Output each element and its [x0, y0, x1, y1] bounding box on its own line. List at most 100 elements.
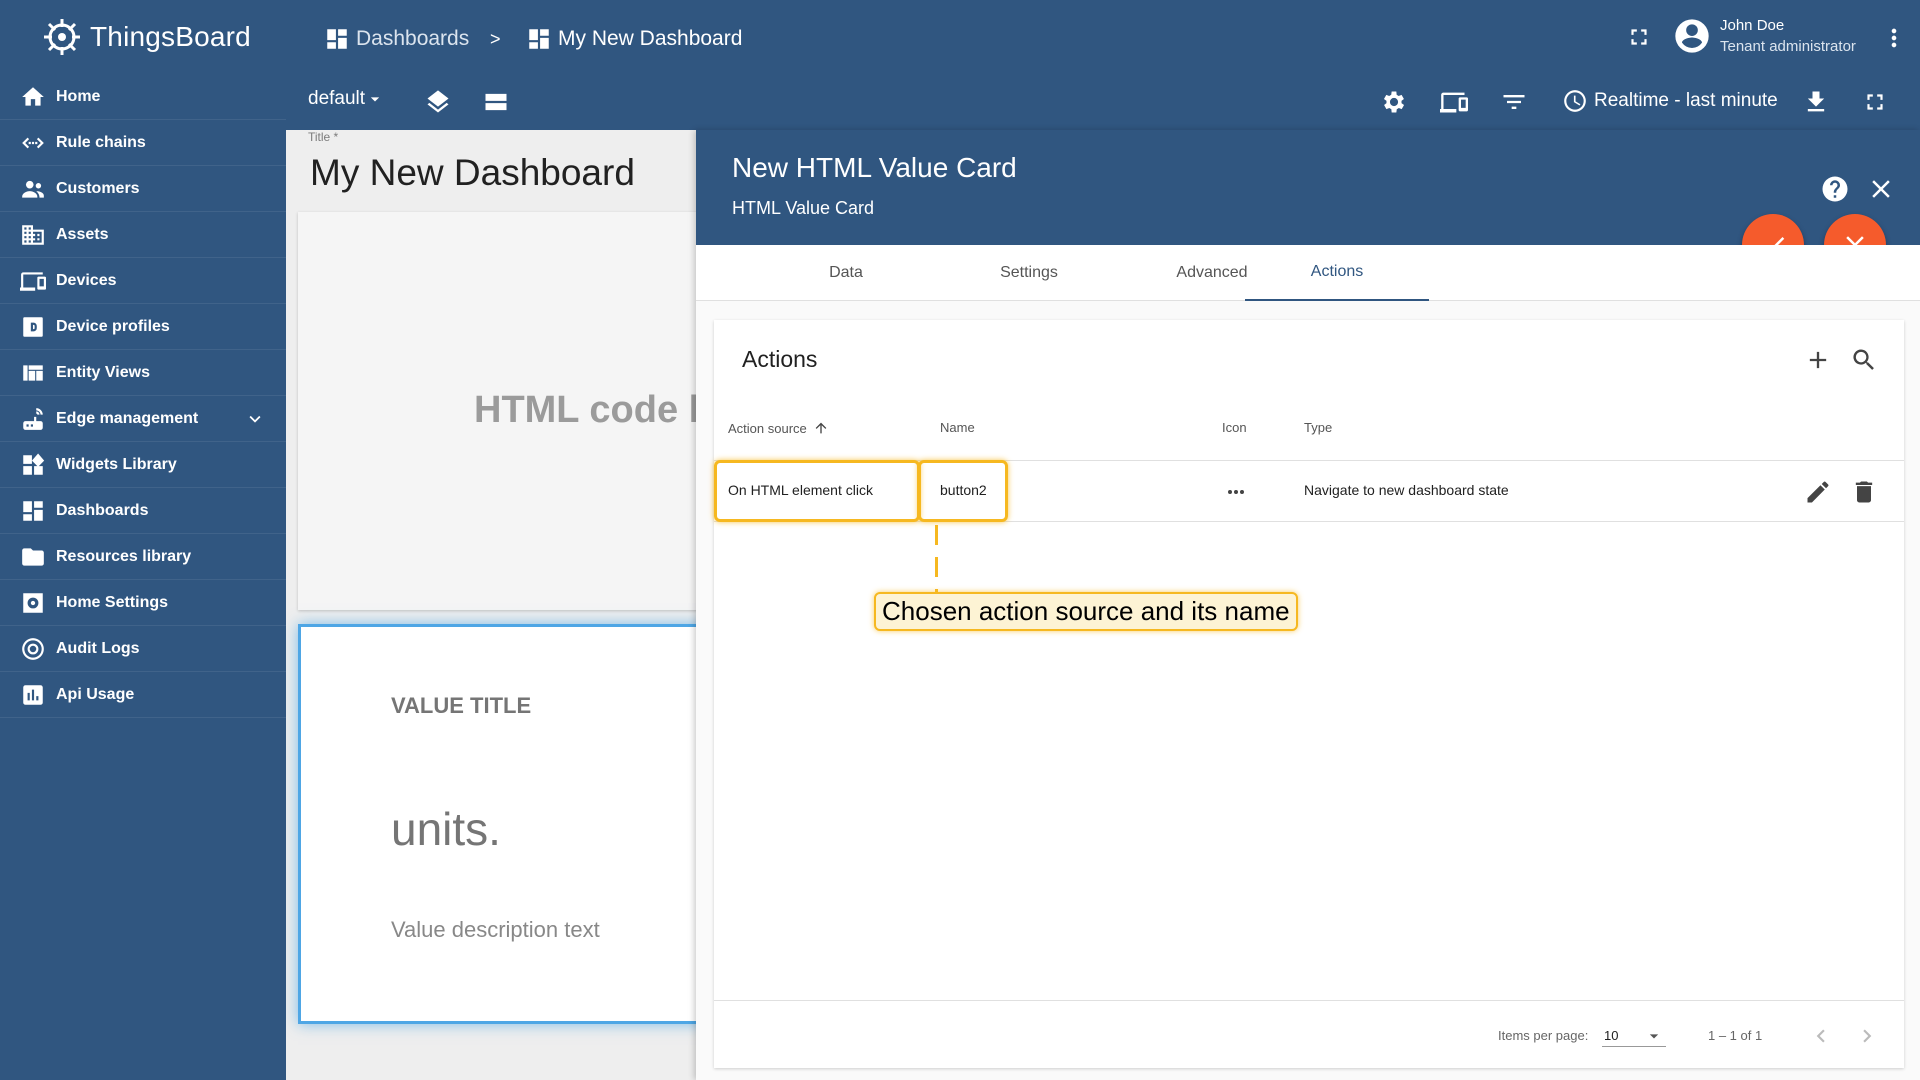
- filter-icon[interactable]: [1500, 88, 1528, 116]
- sidebar-item-api-usage[interactable]: Api Usage: [0, 672, 286, 718]
- column-label: Action source: [728, 420, 807, 436]
- sidebar-item-resources-library[interactable]: Resources library: [0, 534, 286, 580]
- value-description: Value description text: [391, 917, 600, 942]
- settings-gear-icon[interactable]: [1380, 88, 1408, 116]
- breadcrumb-label: My New Dashboard: [558, 27, 743, 50]
- panel-header: New HTML Value Card HTML Value Card: [696, 130, 1920, 245]
- sidebar-item-rule-chains[interactable]: Rule chains: [0, 120, 286, 166]
- api-usage-icon: [23, 684, 43, 705]
- items-per-page-label: Items per page:: [1498, 1028, 1589, 1043]
- edge-icon: [23, 407, 43, 430]
- layout-icon[interactable]: [482, 88, 510, 116]
- sidebar-item-devices[interactable]: Devices: [0, 258, 286, 304]
- customers-icon: [22, 180, 44, 198]
- highlight-action-source: [714, 460, 920, 522]
- html-card-widget[interactable]: HTML code h: [298, 212, 696, 610]
- chevron-right-icon[interactable]: [1854, 1023, 1880, 1049]
- column-name[interactable]: Name: [940, 420, 975, 435]
- sidebar-item-home[interactable]: Home: [0, 74, 286, 120]
- sidebar-item-label: Customers: [56, 179, 140, 197]
- audit-icon: [22, 637, 44, 660]
- widget-edit-panel: New HTML Value Card HTML Value Card Data…: [696, 130, 1920, 1080]
- device-profile-icon: [23, 316, 43, 337]
- dashboards-icon: [23, 500, 43, 521]
- arrow-drop-down-icon: [1649, 1034, 1659, 1039]
- sidebar-item-dashboards[interactable]: Dashboards: [0, 488, 286, 534]
- sidebar-item-label: Rule chains: [56, 133, 146, 151]
- sidebar-item-widgets-library[interactable]: Widgets Library: [0, 442, 286, 488]
- account-circle-icon[interactable]: [1672, 16, 1712, 56]
- items-per-page-select[interactable]: 10: [1602, 1025, 1666, 1047]
- help-icon[interactable]: [1820, 174, 1850, 204]
- html-value-card-widget[interactable]: VALUE TITLE units. Value description tex…: [298, 624, 696, 1024]
- breadcrumb-label: Dashboards: [356, 27, 470, 50]
- sidebar-item-label: Home Settings: [56, 593, 169, 611]
- sidebar-item-customers[interactable]: Customers: [0, 166, 286, 212]
- value-title: VALUE TITLE: [391, 693, 532, 718]
- arrow-drop-down-icon: [370, 97, 380, 102]
- user-name: John Doe: [1720, 17, 1785, 34]
- actions-card: Actions Action source Name Icon Type On …: [714, 320, 1904, 1068]
- sidebar: ThingsBoard Home Rule chains Customers A…: [0, 0, 286, 1080]
- dashboard-title[interactable]: My New Dashboard: [310, 152, 635, 194]
- search-icon[interactable]: [1850, 346, 1878, 374]
- sidebar-item-label: Api Usage: [56, 685, 135, 703]
- logo[interactable]: ThingsBoard: [40, 12, 251, 62]
- more-vert-icon[interactable]: [1880, 24, 1908, 52]
- table-paginator: Items per page: 10 1 – 1 of 1: [714, 1000, 1904, 1068]
- download-icon[interactable]: [1802, 88, 1830, 116]
- items-per-page-value: 10: [1604, 1028, 1619, 1043]
- chevron-left-icon[interactable]: [1808, 1023, 1834, 1049]
- sidebar-item-label: Assets: [56, 225, 109, 243]
- sidebar-item-edge-management[interactable]: Edge management: [0, 396, 286, 442]
- dashboard-state-select[interactable]: default: [308, 88, 385, 110]
- thingsboard-logo-icon: [44, 19, 80, 55]
- fullscreen-icon[interactable]: [1626, 24, 1652, 50]
- devices-icon: [20, 271, 46, 291]
- sidebar-item-label: Devices: [56, 271, 117, 289]
- assets-icon: [22, 224, 44, 245]
- sidebar-item-audit-logs[interactable]: Audit Logs: [0, 626, 286, 672]
- sidebar-item-assets[interactable]: Assets: [0, 212, 286, 258]
- tab-data[interactable]: Data: [754, 245, 938, 301]
- widget-html-text: HTML code h: [474, 389, 696, 431]
- sidebar-item-label: Edge management: [56, 409, 199, 427]
- panel-title: New HTML Value Card: [732, 152, 1017, 183]
- tab-settings[interactable]: Settings: [937, 245, 1121, 301]
- user-role: Tenant administrator: [1720, 38, 1856, 55]
- close-icon[interactable]: [1866, 174, 1896, 204]
- layers-icon[interactable]: [424, 88, 452, 116]
- arrow-up-icon: [815, 422, 827, 434]
- edit-icon[interactable]: [1804, 478, 1832, 506]
- sidebar-item-home-settings[interactable]: Home Settings: [0, 580, 286, 626]
- entity-views-icon: [23, 364, 43, 381]
- panel-tabs: Data Settings Advanced Actions: [696, 245, 1920, 301]
- column-icon: Icon: [1222, 420, 1247, 435]
- sidebar-item-label: Dashboards: [56, 501, 149, 519]
- clock-icon: [1564, 90, 1586, 112]
- app-name: ThingsBoard: [90, 21, 251, 52]
- sidebar-item-entity-views[interactable]: Entity Views: [0, 350, 286, 396]
- sidebar-item-device-profiles[interactable]: Device profiles: [0, 304, 286, 350]
- add-icon[interactable]: [1804, 346, 1832, 374]
- breadcrumb-dashboards[interactable]: Dashboards: [324, 22, 469, 56]
- breadcrumb-current: My New Dashboard: [526, 22, 742, 56]
- column-type[interactable]: Type: [1304, 420, 1332, 435]
- column-action-source[interactable]: Action source: [728, 420, 829, 436]
- settings-icon: [23, 592, 43, 613]
- dashboards-icon: [529, 29, 549, 49]
- highlight-action-name: [918, 460, 1008, 522]
- dashboard-fullscreen-icon[interactable]: [1862, 89, 1888, 115]
- tab-actions[interactable]: Actions: [1245, 245, 1429, 301]
- page-range: 1 – 1 of 1: [1708, 1028, 1763, 1043]
- devices-toolbar-icon[interactable]: [1440, 88, 1468, 116]
- timewindow-button[interactable]: Realtime - last minute: [1562, 88, 1778, 114]
- value-units: units.: [391, 803, 501, 855]
- rule-chain-icon: [22, 137, 44, 148]
- dashboards-icon: [327, 29, 347, 49]
- sidebar-nav: Home Rule chains Customers Assets Device…: [0, 74, 286, 718]
- chevron-down-icon[interactable]: [242, 408, 268, 430]
- sidebar-item-label: Device profiles: [56, 317, 170, 335]
- top-toolbar: Dashboards > My New Dashboard John Doe T…: [286, 0, 1920, 130]
- delete-icon[interactable]: [1850, 478, 1878, 506]
